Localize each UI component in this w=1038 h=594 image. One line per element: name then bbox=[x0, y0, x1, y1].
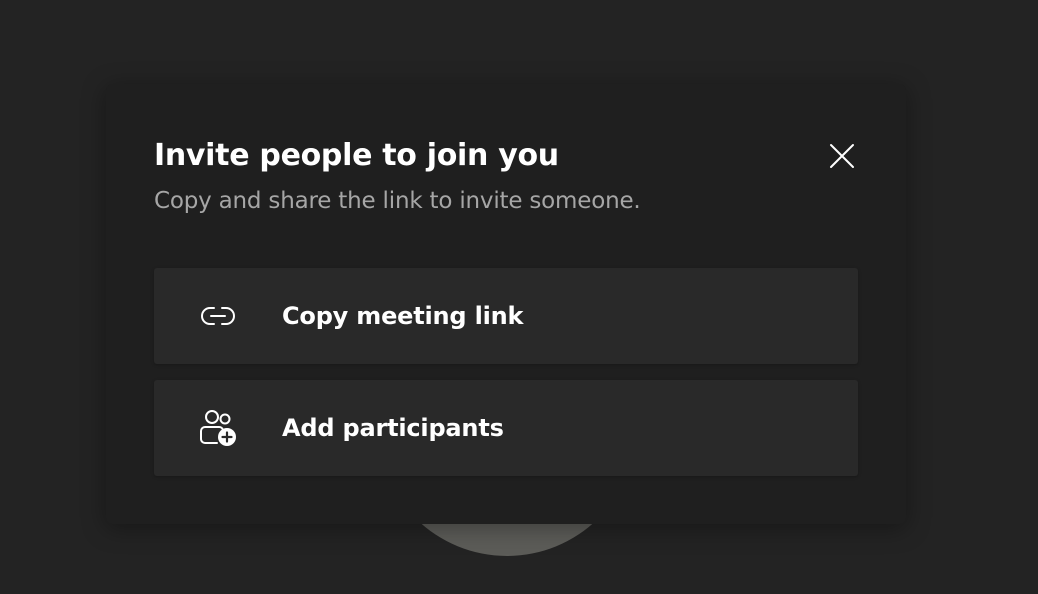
invite-dialog: Invite people to join you Copy and share… bbox=[106, 84, 906, 524]
close-icon bbox=[830, 144, 854, 168]
dialog-title: Invite people to join you bbox=[154, 138, 559, 173]
close-button[interactable] bbox=[822, 136, 862, 176]
copy-meeting-link-button[interactable]: Copy meeting link bbox=[154, 268, 858, 364]
add-participants-label: Add participants bbox=[282, 414, 504, 442]
link-icon bbox=[198, 296, 238, 336]
add-participants-button[interactable]: Add participants bbox=[154, 380, 858, 476]
meeting-stage: Invite people to join you Copy and share… bbox=[0, 0, 1038, 594]
add-people-icon bbox=[198, 408, 238, 448]
copy-meeting-link-label: Copy meeting link bbox=[282, 302, 524, 330]
dialog-subtitle: Copy and share the link to invite someon… bbox=[154, 188, 641, 214]
